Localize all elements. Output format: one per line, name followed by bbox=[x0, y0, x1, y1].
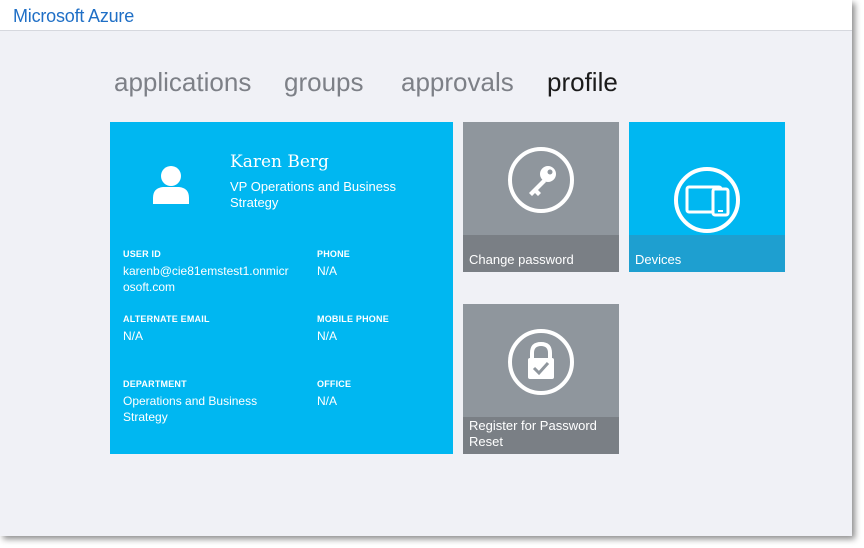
lock-check-icon bbox=[508, 329, 574, 395]
user-id-label: USER ID bbox=[123, 249, 161, 259]
tab-profile[interactable]: profile bbox=[547, 66, 618, 98]
app-window: Microsoft Azure applications groups appr… bbox=[0, 0, 852, 536]
mobile-phone-value: N/A bbox=[317, 329, 338, 343]
profile-job-title: VP Operations and Business Strategy bbox=[230, 179, 396, 210]
brand-logo[interactable]: Microsoft Azure bbox=[13, 6, 134, 27]
office-value: N/A bbox=[317, 394, 338, 408]
profile-card: Karen Berg VP Operations and Business St… bbox=[110, 122, 453, 454]
change-password-tile[interactable]: Change password bbox=[463, 122, 619, 272]
change-password-label: Change password bbox=[463, 235, 619, 272]
register-password-reset-tile[interactable]: Register for Password Reset bbox=[463, 304, 619, 454]
user-icon bbox=[153, 166, 189, 204]
department-value: Operations and Business Strategy bbox=[123, 394, 258, 424]
profile-name: Karen Berg bbox=[230, 152, 329, 172]
alternate-email-label: ALTERNATE EMAIL bbox=[123, 314, 210, 324]
office-label: OFFICE bbox=[317, 379, 352, 389]
mobile-phone-label: MOBILE PHONE bbox=[317, 314, 389, 324]
department-label: DEPARTMENT bbox=[123, 379, 187, 389]
tab-applications[interactable]: applications bbox=[114, 66, 251, 98]
devices-label: Devices bbox=[629, 235, 785, 272]
devices-icon bbox=[674, 167, 740, 233]
key-icon bbox=[508, 147, 574, 213]
top-bar: Microsoft Azure bbox=[0, 0, 852, 31]
phone-label: PHONE bbox=[317, 249, 351, 259]
register-password-reset-label: Register for Password Reset bbox=[463, 417, 619, 454]
tab-groups[interactable]: groups bbox=[284, 66, 364, 98]
tab-approvals[interactable]: approvals bbox=[401, 66, 514, 98]
alternate-email-value: N/A bbox=[123, 329, 144, 343]
phone-value: N/A bbox=[317, 264, 338, 278]
user-id-value: karenb@cie81emstest1.onmicrosoft.com bbox=[123, 264, 289, 294]
devices-tile[interactable]: Devices bbox=[629, 122, 785, 272]
